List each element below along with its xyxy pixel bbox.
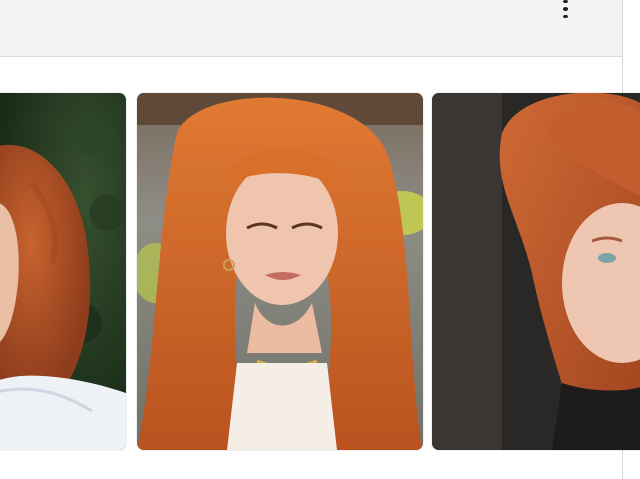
image-results-page xyxy=(0,0,640,479)
portrait-thumbnail-2 xyxy=(137,93,423,450)
image-result-1[interactable] xyxy=(0,93,126,450)
more-options-button[interactable] xyxy=(554,0,576,18)
image-result-2[interactable] xyxy=(137,93,423,450)
portrait-thumbnail-3 xyxy=(432,93,640,450)
image-result-3[interactable] xyxy=(432,93,640,450)
vertical-dots-icon xyxy=(562,0,568,4)
portrait-thumbnail-1 xyxy=(0,93,126,450)
top-toolbar xyxy=(0,0,622,57)
